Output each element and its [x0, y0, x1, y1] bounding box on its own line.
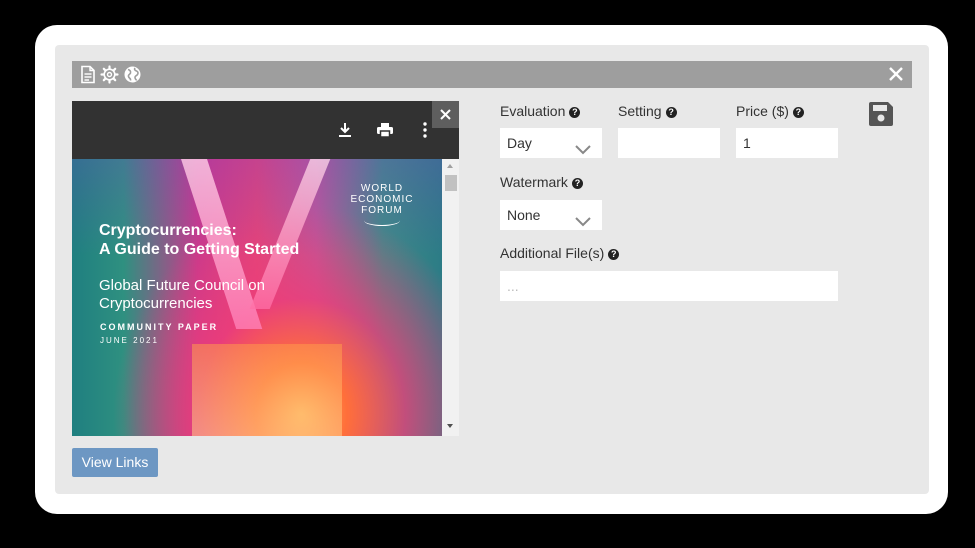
viewer-scrollbar[interactable]: [442, 159, 459, 436]
help-icon[interactable]: ?: [569, 107, 581, 118]
additional-files-label: Additional File(s)?: [500, 245, 620, 261]
close-icon[interactable]: [886, 64, 906, 84]
evaluation-select-value: Day: [507, 135, 532, 151]
evaluation-label-text: Evaluation: [500, 103, 566, 119]
price-field[interactable]: 1: [736, 128, 838, 158]
additional-files-placeholder: ...: [507, 278, 519, 294]
setting-label: Setting?: [618, 103, 677, 119]
document-type: COMMUNITY PAPER: [100, 322, 219, 332]
modal-card: WORLD ECONOMIC FORUM Cryptocurrencies: A…: [35, 25, 948, 514]
document-icon[interactable]: [78, 65, 97, 84]
download-icon[interactable]: [335, 120, 355, 140]
watermark-label-text: Watermark: [500, 174, 568, 190]
scroll-up-arrow-icon[interactable]: [447, 164, 453, 168]
org-logo-arc: [364, 215, 400, 226]
additional-files-input[interactable]: ...: [500, 271, 838, 301]
help-icon[interactable]: ?: [571, 178, 583, 189]
evaluation-select[interactable]: Day: [500, 128, 602, 158]
globe-icon[interactable]: [123, 65, 142, 84]
document-date: JUNE 2021: [100, 336, 159, 345]
viewer-close-icon[interactable]: [432, 101, 459, 128]
document-subtitle-line: Cryptocurrencies: [99, 295, 213, 312]
scroll-thumb[interactable]: [445, 175, 457, 191]
price-label: Price ($)?: [736, 103, 804, 119]
price-field-value: 1: [743, 135, 751, 151]
setting-label-text: Setting: [618, 103, 662, 119]
document-subtitle: Global Future Council on Cryptocurrencie…: [99, 277, 265, 313]
chevron-down-icon: [574, 208, 592, 238]
gear-icon[interactable]: [100, 65, 119, 84]
modal-toolbar: [72, 61, 912, 88]
org-logo: WORLD ECONOMIC FORUM: [342, 183, 422, 216]
modal-panel: WORLD ECONOMIC FORUM Cryptocurrencies: A…: [55, 45, 929, 494]
org-logo-line: ECONOMIC: [350, 194, 414, 205]
chevron-down-icon: [574, 136, 592, 166]
watermark-select[interactable]: None: [500, 200, 602, 230]
watermark-label: Watermark?: [500, 174, 583, 190]
document-title: Cryptocurrencies: A Guide to Getting Sta…: [99, 221, 299, 259]
print-icon[interactable]: [375, 120, 395, 140]
additional-files-label-text: Additional File(s): [500, 245, 605, 261]
watermark-select-value: None: [507, 207, 541, 223]
scroll-down-arrow-icon[interactable]: [447, 424, 453, 428]
document-title-line: Cryptocurrencies:: [99, 222, 237, 239]
price-label-text: Price ($): [736, 103, 789, 119]
org-logo-line: WORLD: [360, 183, 404, 194]
view-links-button[interactable]: View Links: [72, 448, 158, 477]
evaluation-label: Evaluation?: [500, 103, 581, 119]
save-icon[interactable]: [867, 100, 895, 128]
document-subtitle-line: Global Future Council on: [99, 277, 265, 294]
setting-field[interactable]: [618, 128, 720, 158]
pdf-viewer: WORLD ECONOMIC FORUM Cryptocurrencies: A…: [72, 101, 459, 436]
page-decoration: [192, 344, 342, 436]
pdf-viewer-toolbar: [72, 101, 459, 159]
help-icon[interactable]: ?: [608, 249, 620, 260]
help-icon[interactable]: ?: [665, 107, 677, 118]
document-title-line: A Guide to Getting Started: [99, 241, 300, 258]
help-icon[interactable]: ?: [792, 107, 804, 118]
pdf-page: WORLD ECONOMIC FORUM Cryptocurrencies: A…: [72, 159, 442, 436]
